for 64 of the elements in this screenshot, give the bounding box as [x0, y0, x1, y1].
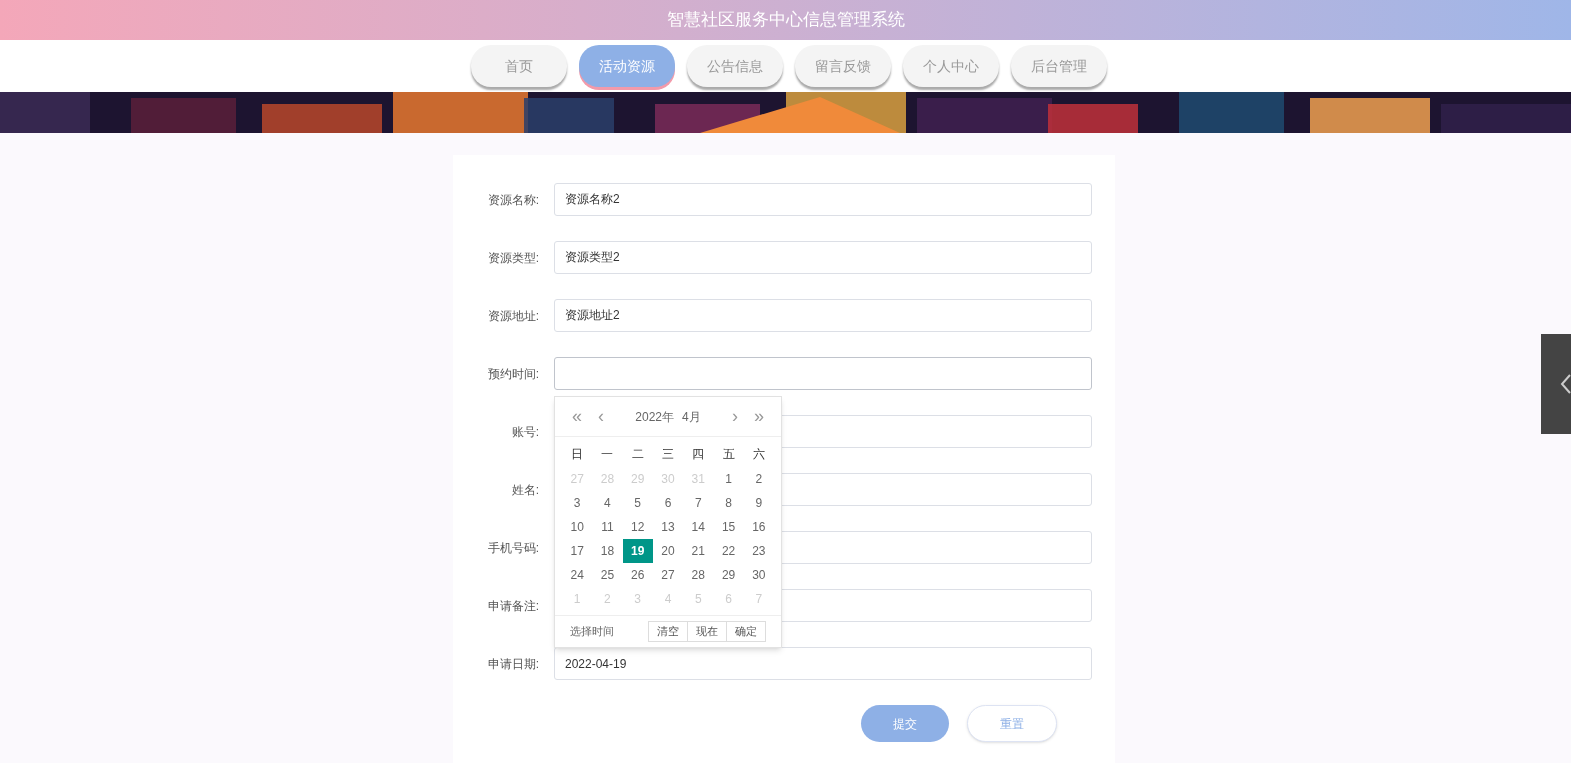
next-month-button[interactable]: ›	[725, 403, 745, 430]
previous-year-button[interactable]: «	[567, 403, 587, 430]
calendar-day[interactable]: 13	[653, 515, 683, 539]
calendar-day[interactable]: 6	[653, 491, 683, 515]
weekday-label: 四	[691, 446, 706, 463]
field-label: 预约时间:	[486, 365, 539, 383]
weekday-label: 三	[661, 446, 675, 463]
field-label: 手机号码:	[486, 539, 539, 557]
weekday-label: 一	[600, 446, 615, 463]
calendar-day[interactable]: 16	[743, 515, 774, 539]
calendar-day[interactable]: 24	[562, 563, 593, 587]
calendar-day[interactable]: 21	[683, 539, 714, 563]
calendar-day[interactable]: 1	[713, 467, 744, 491]
picker-action-button[interactable]: 现在	[687, 621, 727, 642]
field-label: 申请备注:	[486, 597, 539, 615]
calendar-day[interactable]: 11	[592, 515, 623, 539]
calendar-day[interactable]: 27	[653, 563, 683, 587]
input-field[interactable]	[554, 357, 1092, 390]
weekday-label: 五	[721, 446, 736, 463]
calendar-day[interactable]: 17	[562, 539, 593, 563]
calendar-day[interactable]: 30	[743, 563, 774, 587]
calendar-day[interactable]: 5	[622, 491, 653, 515]
calendar-day[interactable]: 2	[743, 467, 774, 491]
input-field[interactable]: 资源类型2	[554, 241, 1092, 274]
field-label: 姓名:	[510, 481, 539, 499]
calendar-day[interactable]: 10	[562, 515, 593, 539]
field-label: 账号:	[510, 423, 539, 441]
select-time-link[interactable]: 选择时间	[570, 623, 614, 640]
picker-action-button[interactable]: 确定	[726, 621, 766, 642]
calendar-day[interactable]: 8	[713, 491, 744, 515]
calendar-day[interactable]: 12	[622, 515, 653, 539]
calendar-day[interactable]: 29	[713, 563, 744, 587]
field-label: 资源名称:	[486, 191, 539, 209]
calendar-day[interactable]: 26	[622, 563, 653, 587]
field-label: 申请日期:	[486, 655, 539, 673]
field-label: 资源类型:	[486, 249, 539, 267]
weekday-label: 日	[570, 446, 585, 463]
calendar-day[interactable]: 15	[713, 515, 744, 539]
input-field[interactable]: 资源地址2	[554, 299, 1092, 332]
chevron-left-icon	[1559, 373, 1571, 395]
weekday-label: 六	[751, 446, 766, 463]
month-label[interactable]: 4月	[682, 407, 701, 426]
calendar-day[interactable]: 9	[743, 491, 774, 515]
calendar-day[interactable]: 22	[713, 539, 744, 563]
year-label[interactable]: 2022年	[635, 407, 674, 426]
picker-action-button[interactable]: 清空	[648, 621, 688, 642]
next-year-button[interactable]: »	[749, 403, 769, 430]
calendar-day[interactable]: 14	[683, 515, 714, 539]
calendar-day[interactable]: 23	[743, 539, 774, 563]
input-field[interactable]: 资源名称2	[554, 183, 1092, 216]
calendar-day[interactable]: 28	[683, 563, 714, 587]
calendar-day[interactable]: 20	[653, 539, 683, 563]
previous-month-button[interactable]: ‹	[591, 403, 611, 430]
calendar-day[interactable]: 25	[592, 563, 623, 587]
calendar-day[interactable]: 18	[592, 539, 623, 563]
weekday-label: 二	[630, 446, 645, 463]
calendar-day[interactable]: 19	[622, 539, 653, 563]
site-title: 智慧社区服务中心信息管理系统	[666, 9, 905, 32]
calendar-day[interactable]: 4	[592, 491, 623, 515]
input-field[interactable]: 2022-04-19	[554, 647, 1092, 680]
field-label: 资源地址:	[486, 307, 539, 325]
calendar-day[interactable]: 7	[683, 491, 714, 515]
calendar-day[interactable]: 3	[562, 491, 593, 515]
side-panel-toggle[interactable]	[1541, 334, 1571, 434]
